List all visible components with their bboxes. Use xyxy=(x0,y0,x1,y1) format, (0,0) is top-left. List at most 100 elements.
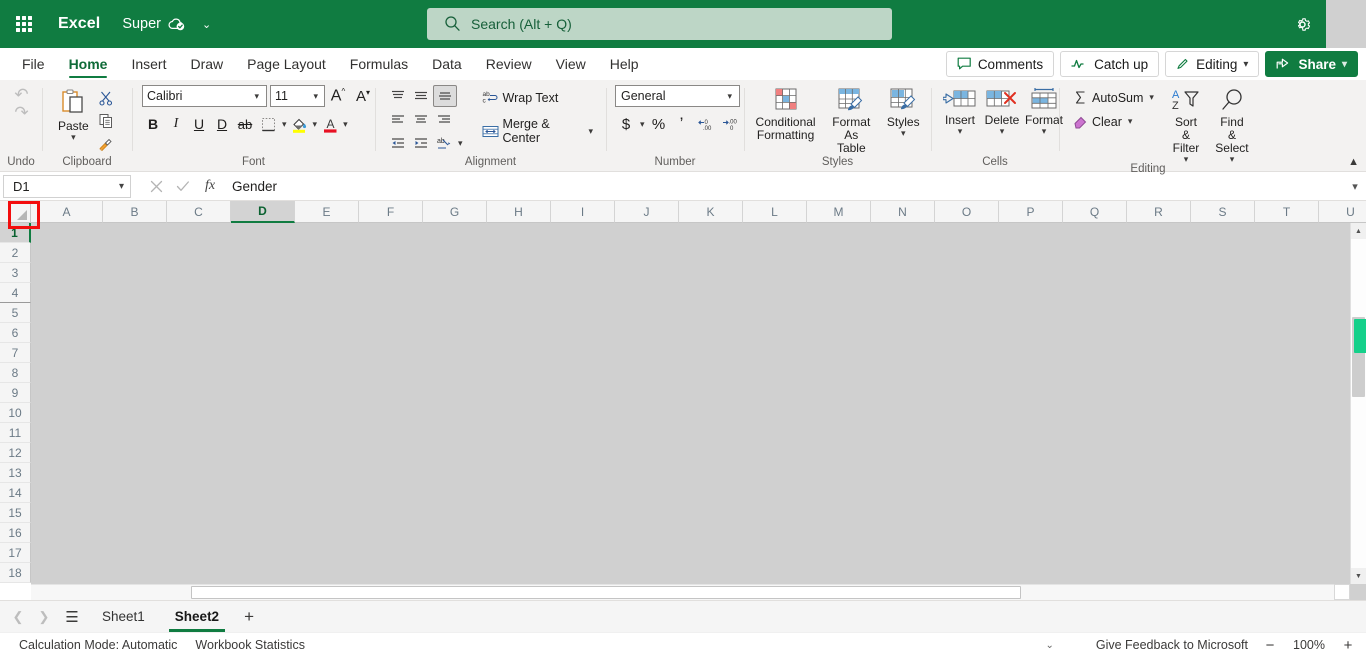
conditional-formatting-button[interactable]: Conditional Formatting xyxy=(750,85,821,142)
catch-up-button[interactable]: Catch up xyxy=(1060,51,1160,77)
tab-draw[interactable]: Draw xyxy=(178,48,235,80)
row-header-9[interactable]: 9 xyxy=(0,383,31,403)
name-box-chevron-down-icon[interactable]: ▾ xyxy=(119,181,124,192)
name-box[interactable]: D1 ▾ xyxy=(3,174,131,198)
fill-color-chevron-down-icon[interactable]: ▾ xyxy=(311,119,320,130)
align-left-button[interactable] xyxy=(387,110,409,130)
previous-sheet-button[interactable]: ❮ xyxy=(6,605,30,629)
increase-indent-button[interactable] xyxy=(410,133,432,153)
comments-button[interactable]: Comments xyxy=(945,51,1055,77)
workbook-statistics-status[interactable]: Workbook Statistics xyxy=(186,638,314,652)
row-header-7[interactable]: 7 xyxy=(0,343,31,363)
delete-cells-button[interactable]: Delete ▾ xyxy=(981,85,1023,136)
insert-chevron-down-icon[interactable]: ▾ xyxy=(958,127,963,136)
scroll-up-button[interactable]: ▲ xyxy=(1351,223,1366,239)
cells-area[interactable] xyxy=(31,223,1366,600)
number-format-chevron-down-icon[interactable]: ▾ xyxy=(725,91,734,102)
styles-button[interactable]: Styles ▾ xyxy=(881,85,925,138)
zoom-in-button[interactable]: + xyxy=(1338,637,1358,654)
double-underline-button[interactable]: D xyxy=(211,114,233,134)
zoom-out-button[interactable]: − xyxy=(1260,637,1280,654)
document-name[interactable]: Super ⌄ xyxy=(122,16,211,32)
row-header-15[interactable]: 15 xyxy=(0,503,31,523)
column-header-F[interactable]: F xyxy=(359,201,423,223)
format-chevron-down-icon[interactable]: ▾ xyxy=(1042,127,1047,136)
column-header-R[interactable]: R xyxy=(1127,201,1191,223)
row-header-1[interactable]: 1 xyxy=(0,223,31,243)
font-size-input[interactable]: 11 ▾ xyxy=(270,85,325,107)
column-header-E[interactable]: E xyxy=(295,201,359,223)
format-painter-button[interactable] xyxy=(95,133,117,155)
row-header-4[interactable]: 4 xyxy=(0,283,31,303)
column-header-M[interactable]: M xyxy=(807,201,871,223)
horizontal-scroll-thumb[interactable] xyxy=(191,586,1021,599)
row-header-14[interactable]: 14 xyxy=(0,483,31,503)
align-bottom-button[interactable] xyxy=(433,85,457,107)
italic-button[interactable]: I xyxy=(165,114,187,134)
redo-arrow-icon[interactable]: ↷ xyxy=(14,104,28,121)
paste-button[interactable]: Paste ▾ xyxy=(52,85,95,142)
app-brand-excel[interactable]: Excel xyxy=(58,15,100,33)
sheet-tab-sheet2[interactable]: Sheet2 xyxy=(161,602,233,632)
status-overflow-chevron-icon[interactable]: ⌄ xyxy=(1045,640,1053,651)
document-menu-chevron-icon[interactable]: ⌄ xyxy=(202,18,211,31)
font-name-input[interactable]: Calibri ▾ xyxy=(142,85,267,107)
accounting-chevron-down-icon[interactable]: ▾ xyxy=(638,119,647,130)
row-header-12[interactable]: 12 xyxy=(0,443,31,463)
merge-center-chevron-down-icon[interactable]: ▾ xyxy=(586,126,595,137)
column-header-B[interactable]: B xyxy=(103,201,167,223)
confirm-formula-button[interactable] xyxy=(172,175,194,197)
text-orientation-button[interactable]: ab xyxy=(433,133,455,153)
row-header-5[interactable]: 5 xyxy=(0,303,31,323)
tab-insert[interactable]: Insert xyxy=(119,48,178,80)
tab-review[interactable]: Review xyxy=(474,48,544,80)
borders-chevron-down-icon[interactable]: ▾ xyxy=(280,119,289,130)
sort-filter-button[interactable]: A Z Sort & Filter ▾ xyxy=(1165,85,1207,164)
autosum-chevron-down-icon[interactable]: ▾ xyxy=(1147,92,1156,103)
font-name-chevron-down-icon[interactable]: ▾ xyxy=(252,91,261,102)
tab-file[interactable]: File xyxy=(10,48,57,80)
borders-button[interactable] xyxy=(257,114,279,134)
align-middle-button[interactable] xyxy=(410,86,432,106)
insert-cells-button[interactable]: Insert ▾ xyxy=(939,85,981,136)
comma-format-button[interactable]: ’ xyxy=(671,114,693,134)
editing-chevron-down-icon[interactable]: ▾ xyxy=(1243,59,1248,70)
tab-home[interactable]: Home xyxy=(57,48,120,80)
copy-button[interactable] xyxy=(95,110,117,132)
font-color-chevron-down-icon[interactable]: ▾ xyxy=(341,119,350,130)
collapse-ribbon-button[interactable]: ▲ xyxy=(1348,156,1359,168)
tab-view[interactable]: View xyxy=(544,48,598,80)
column-header-I[interactable]: I xyxy=(551,201,615,223)
column-header-L[interactable]: L xyxy=(743,201,807,223)
tab-data[interactable]: Data xyxy=(420,48,474,80)
column-header-P[interactable]: P xyxy=(999,201,1063,223)
row-header-8[interactable]: 8 xyxy=(0,363,31,383)
row-header-17[interactable]: 17 xyxy=(0,543,31,563)
clear-chevron-down-icon[interactable]: ▾ xyxy=(1126,116,1135,127)
vertical-scrollbar[interactable]: ▲ ▼ xyxy=(1350,223,1366,584)
underline-button[interactable]: U xyxy=(188,114,210,134)
column-header-H[interactable]: H xyxy=(487,201,551,223)
strikethrough-button[interactable]: ab xyxy=(234,114,256,134)
column-header-C[interactable]: C xyxy=(167,201,231,223)
row-header-11[interactable]: 11 xyxy=(0,423,31,443)
horizontal-scrollbar[interactable] xyxy=(31,584,1350,600)
next-sheet-button[interactable]: ❯ xyxy=(32,605,56,629)
column-header-S[interactable]: S xyxy=(1191,201,1255,223)
zoom-level[interactable]: 100% xyxy=(1292,638,1326,652)
column-header-J[interactable]: J xyxy=(615,201,679,223)
column-header-T[interactable]: T xyxy=(1255,201,1319,223)
accounting-format-button[interactable]: $ xyxy=(615,114,637,134)
format-as-table-button[interactable]: Format As Table xyxy=(823,85,879,155)
font-size-chevron-down-icon[interactable]: ▾ xyxy=(311,91,320,102)
fill-color-button[interactable] xyxy=(290,114,310,134)
share-chevron-down-icon[interactable]: ▾ xyxy=(1342,59,1347,70)
insert-function-button[interactable]: fx xyxy=(199,175,221,197)
cut-button[interactable] xyxy=(95,87,117,109)
autosum-button[interactable]: AutoSum ▾ xyxy=(1068,88,1161,107)
decrease-font-size-button[interactable]: A▾ xyxy=(351,86,375,106)
search-input[interactable] xyxy=(427,8,892,40)
tab-formulas[interactable]: Formulas xyxy=(338,48,420,80)
font-color-button[interactable]: A xyxy=(320,114,340,134)
column-header-N[interactable]: N xyxy=(871,201,935,223)
